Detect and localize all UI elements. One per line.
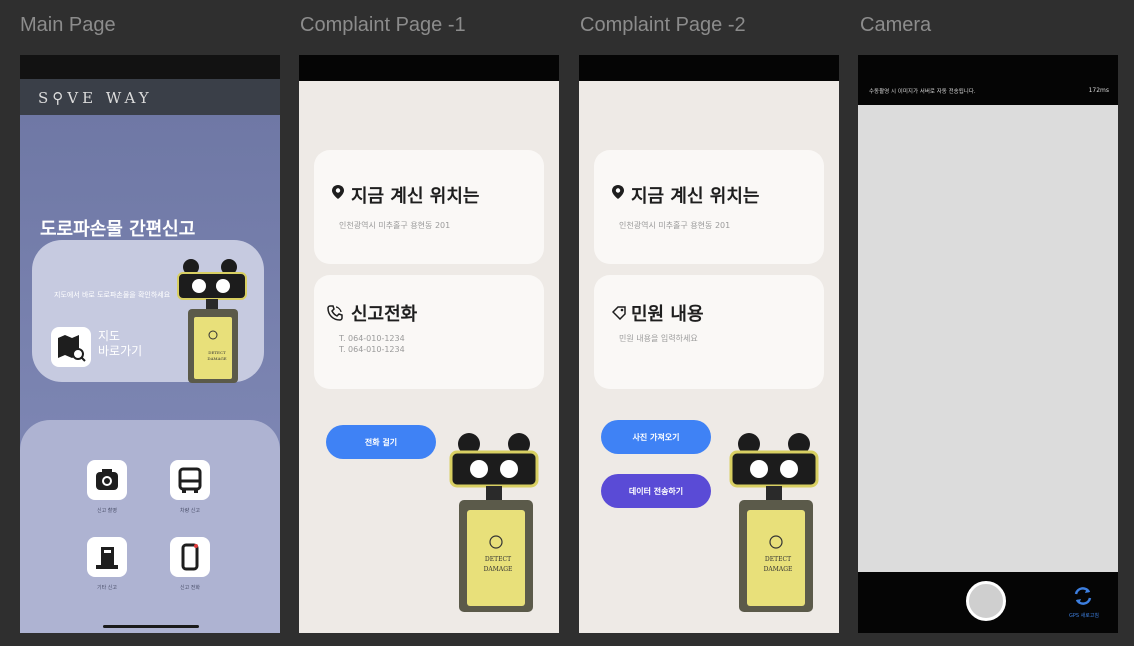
refresh-label: GPS 새로고침 [1068,613,1100,619]
menu-label-other: 기타 신고 [97,585,117,591]
panel-title-main: Main Page [20,14,116,36]
robot-label-line1: DETECT [484,556,512,563]
camera-screen: 수동촬영 시 이미지가 서버로 자동 전송됩니다. 172ms GPS 새로고침 [858,55,1118,633]
robot-label-line2: DAMAGE [207,356,227,361]
bus-icon [178,467,202,493]
home-indicator[interactable] [103,625,199,628]
robot-mascot [177,259,247,383]
app-logo: S⚲VE WAY [38,89,153,107]
map-label-line2: 바로가기 [98,344,143,358]
content-input[interactable]: 민원 내용을 입력하세요 [619,333,698,344]
camera-icon [96,469,118,490]
cone-icon [96,547,118,569]
robot-label: DETECT DAMAGE [202,350,232,362]
panel-title-complaint-1: Complaint Page -1 [300,14,466,36]
map-label-line1: 지도 [98,329,121,343]
menu-label-photo: 신고 촬영 [97,508,117,514]
call-button[interactable]: 전화 걸기 [326,425,436,459]
robot-mascot [449,433,539,612]
refresh-icon[interactable] [1072,585,1094,607]
complaint-page-2-screen: 지금 계신 위치는 인천광역시 미추홀구 용현동 201 민원 내용 민원 내용… [579,55,839,633]
phone-line-1[interactable]: T. 064-010-1234 [339,333,405,344]
menu-label-vehicle: 차량 신고 [180,508,200,514]
location-pin-icon [612,185,624,199]
status-bar [299,55,559,81]
report-photo-button[interactable] [87,460,127,500]
content-title: 민원 내용 [631,304,704,325]
robot-label: DETECT DAMAGE [756,555,800,575]
import-photo-button[interactable]: 사진 가져오기 [601,420,711,454]
menu-sheet [20,420,280,633]
location-pin-icon [332,185,344,199]
camera-notice: 수동촬영 시 이미지가 서버로 자동 전송됩니다. [869,89,976,95]
panel-title-complaint-2: Complaint Page -2 [580,14,746,36]
send-data-button[interactable]: 데이터 전송하기 [601,474,711,508]
menu-label-call: 신고 전화 [180,585,200,591]
phone-line-2[interactable]: T. 064-010-1234 [339,344,405,355]
robot-label-line2: DAMAGE [483,566,513,573]
location-value: 인천광역시 미추홀구 용현동 201 [339,221,451,230]
robot-mascot [729,433,819,612]
complaint-page-1-screen: 지금 계신 위치는 인천광역시 미추홀구 용현동 201 신고전화 T. 064… [299,55,559,633]
robot-label-line2: DAMAGE [763,566,793,573]
report-call-button[interactable] [170,537,210,577]
main-page-screen: S⚲VE WAY 도로파손물 간편신고 지도에서 바로 도로파손물을 확인하세요… [20,55,280,633]
phone-icon [181,543,199,571]
phone-card [314,275,544,389]
location-title: 지금 계신 위치는 [351,186,480,207]
robot-label-line1: DETECT [764,556,792,563]
map-search-icon[interactable] [51,327,91,367]
map-shortcut-label[interactable]: 지도 바로가기 [98,329,142,359]
status-bar [579,55,839,81]
hero-title: 도로파손물 간편신고 [40,219,196,240]
latency-readout: 172ms [1088,87,1109,94]
location-title: 지금 계신 위치는 [631,186,760,207]
phone-call-icon [327,305,343,321]
panel-title-camera: Camera [860,14,932,36]
report-vehicle-button[interactable] [170,460,210,500]
robot-label: DETECT DAMAGE [476,555,520,575]
report-other-button[interactable] [87,537,127,577]
shutter-button[interactable] [966,581,1006,621]
phone-title: 신고전화 [351,304,418,325]
phone-numbers: T. 064-010-1234 T. 064-010-1234 [339,333,405,355]
camera-viewfinder[interactable] [858,105,1118,572]
status-bar [20,55,280,79]
tag-icon [612,306,626,320]
location-value: 인천광역시 미추홀구 용현동 201 [619,221,731,230]
content-card[interactable] [594,275,824,389]
